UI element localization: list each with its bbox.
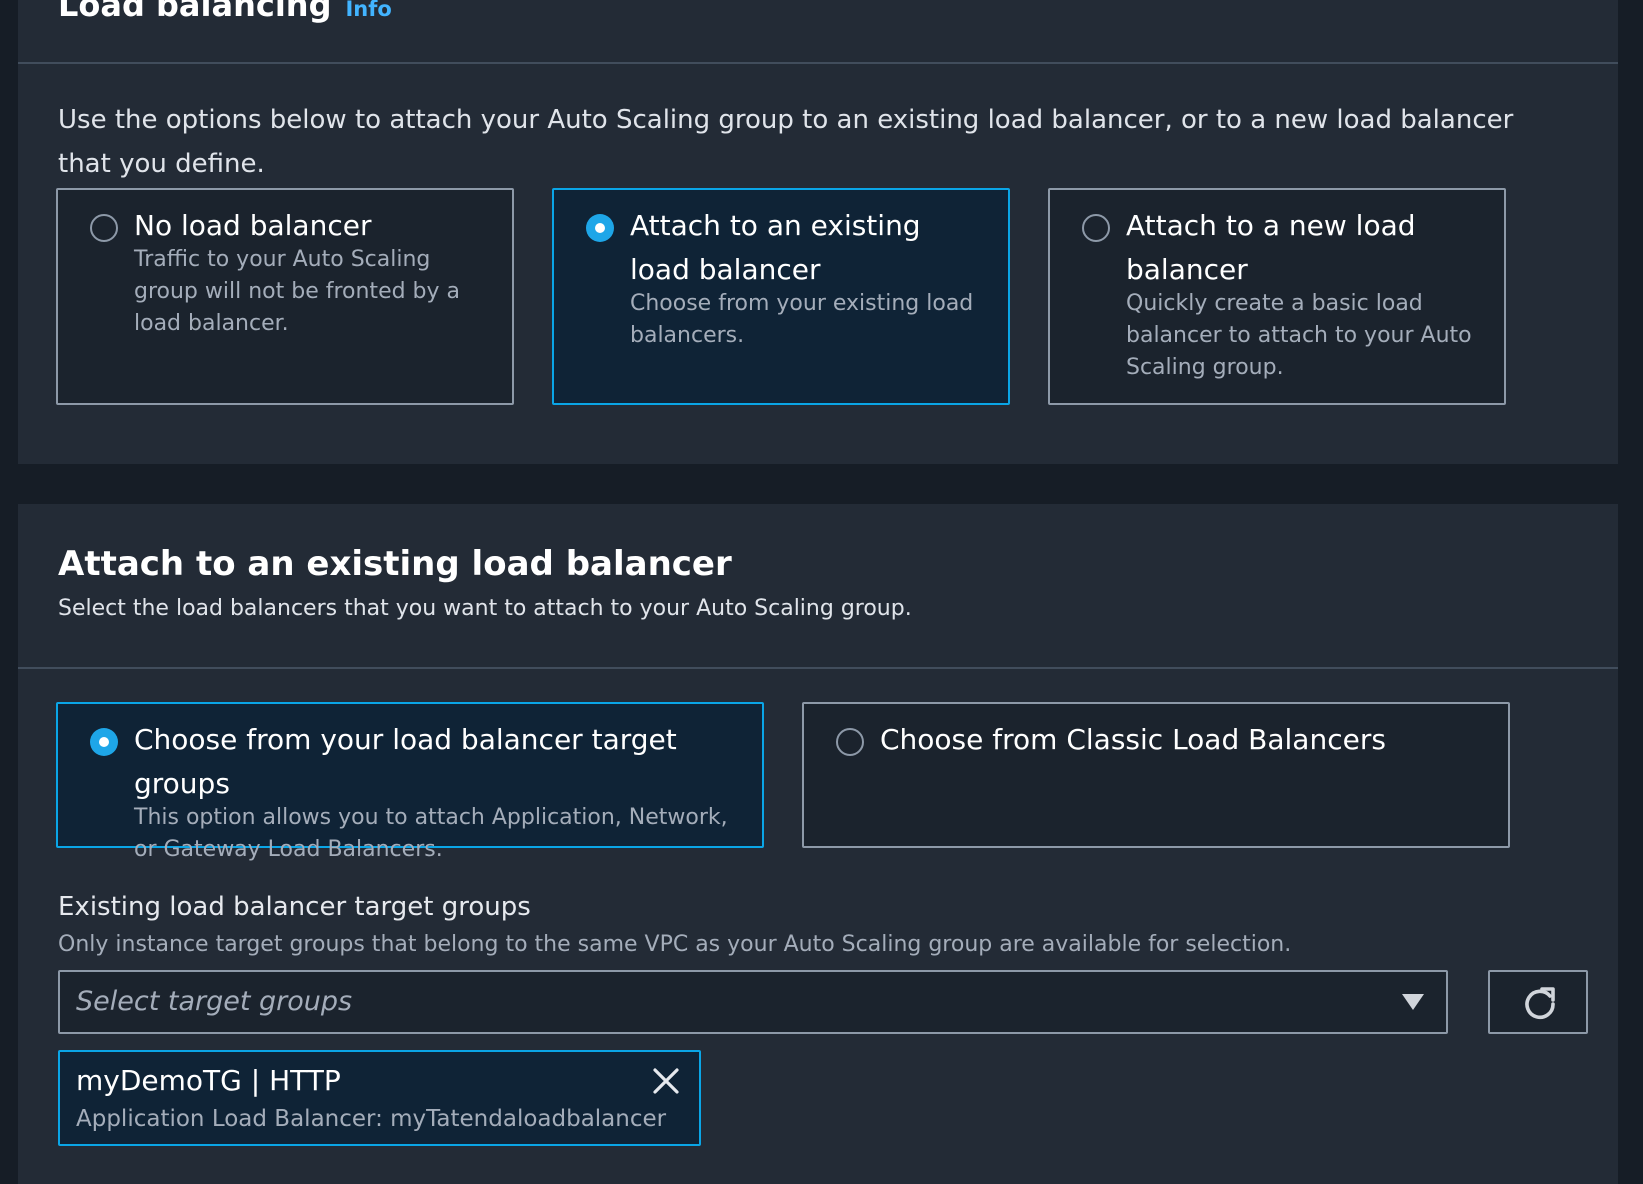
option-label: Attach to a new load balancer bbox=[1126, 209, 1416, 286]
divider bbox=[18, 667, 1618, 669]
option-attach-existing-load-balancer[interactable]: Attach to an existing load balancer Choo… bbox=[552, 188, 1010, 405]
load-balancing-title: Load balancing bbox=[58, 0, 332, 24]
info-link[interactable]: Info bbox=[345, 0, 391, 21]
option-description: Traffic to your Auto Scaling group will … bbox=[134, 247, 461, 336]
option-no-load-balancer[interactable]: No load balancer Traffic to your Auto Sc… bbox=[56, 188, 514, 405]
radio-button-selected[interactable] bbox=[586, 214, 614, 242]
radio-button[interactable] bbox=[1082, 214, 1110, 242]
refresh-icon bbox=[1525, 987, 1555, 1020]
divider bbox=[18, 62, 1618, 64]
option-label: Choose from Classic Load Balancers bbox=[880, 723, 1386, 756]
select-placeholder: Select target groups bbox=[76, 986, 353, 1017]
target-groups-label: Existing load balancer target groups bbox=[58, 892, 531, 922]
radio-button-selected[interactable] bbox=[90, 728, 118, 756]
option-attach-new-load-balancer[interactable]: Attach to a new load balancer Quickly cr… bbox=[1048, 188, 1506, 405]
target-groups-description: Only instance target groups that belong … bbox=[58, 932, 1292, 957]
panel-title: Load balancing Info bbox=[58, 0, 392, 24]
section-description: Select the load balancers that you want … bbox=[58, 596, 912, 621]
option-target-groups[interactable]: Choose from your load balancer target gr… bbox=[56, 702, 764, 862]
radio-button[interactable] bbox=[90, 214, 118, 242]
load-balancing-intro: Use the options below to attach your Aut… bbox=[58, 105, 1514, 179]
option-label: Choose from your load balancer target gr… bbox=[134, 723, 677, 800]
token-detail: Application Load Balancer: myTatendaload… bbox=[76, 1106, 667, 1132]
option-description: Quickly create a basic load balancer to … bbox=[1126, 291, 1472, 380]
target-groups-select[interactable]: Select target groups bbox=[58, 970, 1448, 1034]
option-label: Attach to an existing load balancer bbox=[630, 209, 921, 286]
option-label: No load balancer bbox=[134, 209, 372, 242]
caret-down-icon bbox=[1402, 994, 1424, 1010]
refresh-button[interactable] bbox=[1488, 970, 1588, 1034]
option-description: Choose from your existing load balancers… bbox=[630, 291, 974, 348]
token-title: myDemoTG | HTTP bbox=[76, 1064, 341, 1097]
radio-button[interactable] bbox=[836, 728, 864, 756]
option-classic-load-balancers[interactable]: Choose from Classic Load Balancers bbox=[802, 702, 1510, 848]
close-icon[interactable] bbox=[651, 1066, 681, 1096]
existing-load-balancer-panel: Attach to an existing load balancer Sele… bbox=[18, 504, 1618, 1184]
load-balancing-panel: Load balancing Info Use the options below… bbox=[18, 0, 1618, 464]
selected-target-group-token: myDemoTG | HTTP Application Load Balance… bbox=[58, 1050, 701, 1146]
section-title: Attach to an existing load balancer bbox=[58, 544, 732, 584]
option-description: This option allows you to attach Applica… bbox=[134, 805, 728, 862]
